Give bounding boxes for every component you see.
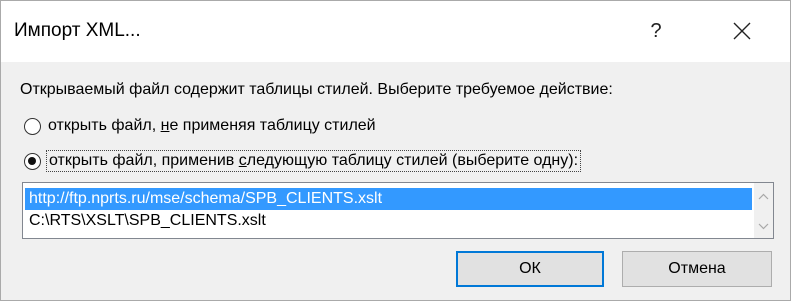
dialog-title: Импорт XML... xyxy=(14,20,141,41)
option-open-with-stylesheet[interactable]: открыть файл, применив следующую таблицу… xyxy=(24,150,582,172)
radio-button[interactable] xyxy=(24,117,41,135)
prompt-text: Открываемый файл содержит таблицы стилей… xyxy=(20,81,613,98)
option-label: открыть файл, применив следующую таблицу… xyxy=(45,150,582,172)
scroll-up-icon[interactable] xyxy=(754,187,773,206)
list-item[interactable]: C:\RTS\XSLT\SPB_CLIENTS.xslt xyxy=(25,210,752,232)
scroll-down-icon[interactable] xyxy=(754,217,773,236)
list-item[interactable]: http://ftp.nprts.ru/mse/schema/SPB_CLIEN… xyxy=(25,188,752,210)
option-open-without-stylesheet[interactable]: открыть файл, не применяя таблицу стилей xyxy=(24,115,376,137)
close-icon xyxy=(733,22,751,40)
cancel-button[interactable]: Отмена xyxy=(622,251,772,287)
close-button[interactable] xyxy=(717,13,767,49)
option-label: открыть файл, не применяя таблицу стилей xyxy=(48,117,376,134)
help-button[interactable]: ? xyxy=(631,13,681,49)
help-icon: ? xyxy=(650,19,662,42)
stylesheet-listbox[interactable]: http://ftp.nprts.ru/mse/schema/SPB_CLIEN… xyxy=(22,182,774,239)
radio-button-checked[interactable] xyxy=(24,152,41,170)
title-bar: Импорт XML... ? xyxy=(1,1,790,62)
import-xml-dialog: Импорт XML... ? Открываемый файл содержи… xyxy=(0,0,791,301)
vertical-scrollbar[interactable] xyxy=(754,183,773,238)
ok-button[interactable]: ОК xyxy=(456,251,604,287)
